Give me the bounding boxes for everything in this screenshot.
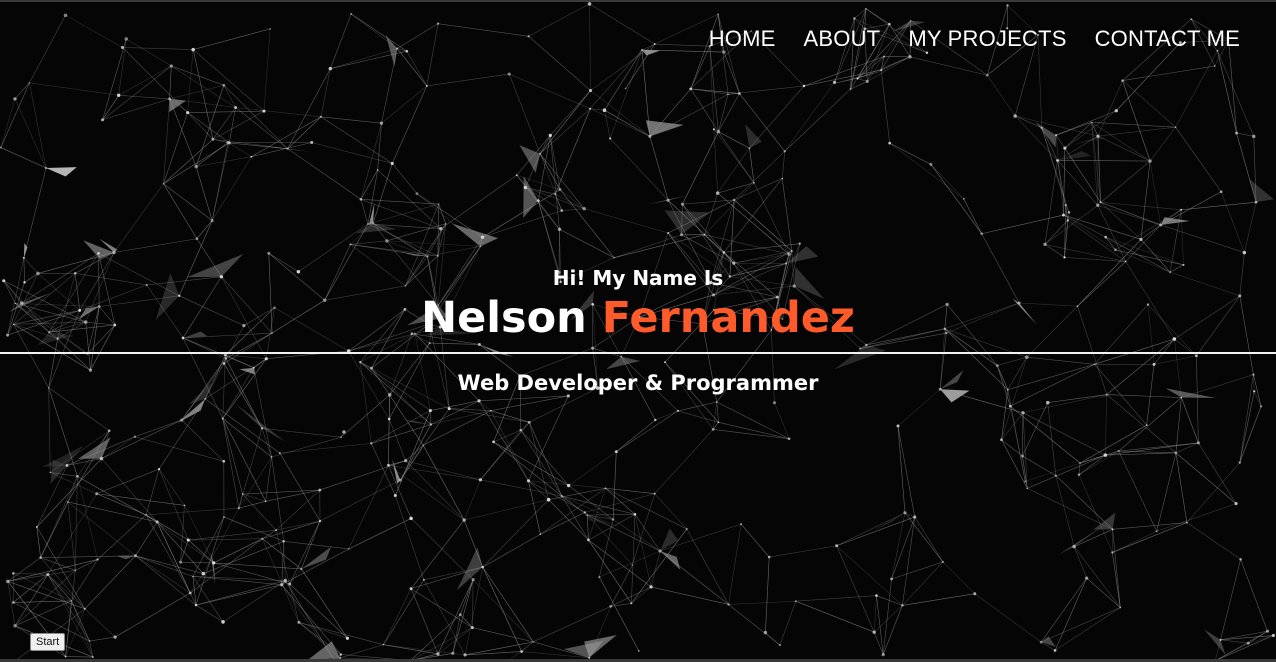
hero-last-name: Fernandez <box>601 293 855 343</box>
nav-contact-me[interactable]: CONTACT ME <box>1095 26 1240 52</box>
nav-about[interactable]: ABOUT <box>804 26 881 52</box>
hero-first-name: Nelson <box>421 293 587 343</box>
start-button[interactable]: Start <box>30 633 66 651</box>
nav-home[interactable]: HOME <box>709 26 776 52</box>
hero-tagline: Web Developer & Programmer <box>457 371 819 395</box>
nav-my-projects[interactable]: MY PROJECTS <box>908 26 1066 52</box>
hero-divider <box>0 352 1276 354</box>
hero-greeting: Hi! My Name Is <box>552 266 724 290</box>
hero-name: Nelson Fernandez <box>0 290 1276 346</box>
main-nav: HOME ABOUT MY PROJECTS CONTACT ME <box>709 26 1240 52</box>
hero-page: HOME ABOUT MY PROJECTS CONTACT ME Hi! My… <box>0 0 1276 662</box>
top-border <box>0 0 1276 2</box>
